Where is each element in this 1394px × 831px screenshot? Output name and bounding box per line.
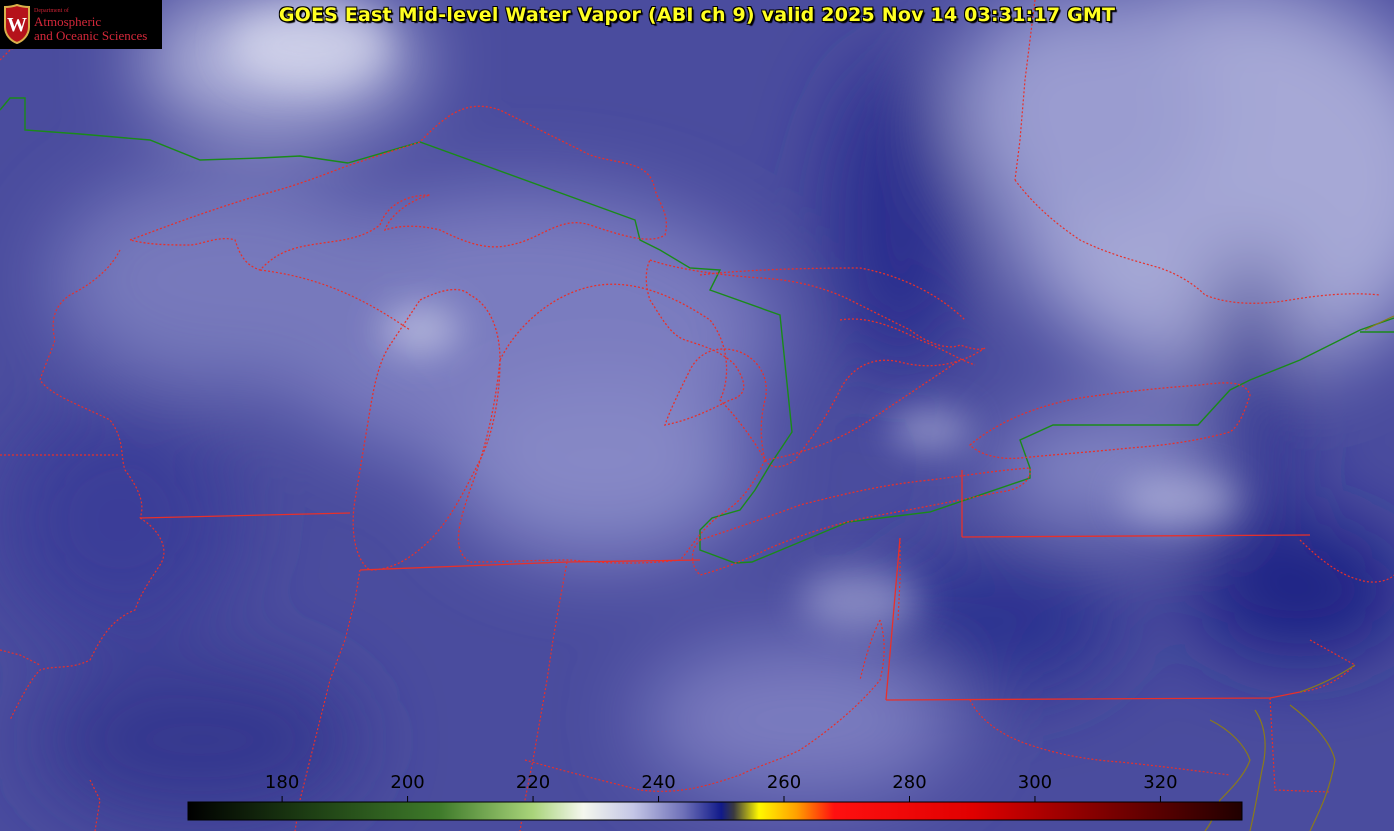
colorbar-tick-label: 240 [641, 772, 675, 793]
colorbar-tick-label: 220 [516, 772, 550, 793]
colorbar-tick-label: 200 [390, 772, 424, 793]
colorbar: 180 200 220 240 260 280 300 320 [187, 772, 1243, 821]
colorbar-tick-label: 320 [1143, 772, 1177, 793]
colorbar-ticks: 180 200 220 240 260 280 300 320 [265, 772, 1178, 802]
colorbar-gradient [187, 801, 1243, 821]
colorbar-tick-label: 300 [1018, 772, 1052, 793]
colorbar-tick-label: 260 [767, 772, 801, 793]
satellite-map: W Department of Atmospheric and Oceanic … [0, 0, 1394, 831]
colorbar-tick-label: 180 [265, 772, 299, 793]
colorbar-tick-label: 280 [892, 772, 926, 793]
